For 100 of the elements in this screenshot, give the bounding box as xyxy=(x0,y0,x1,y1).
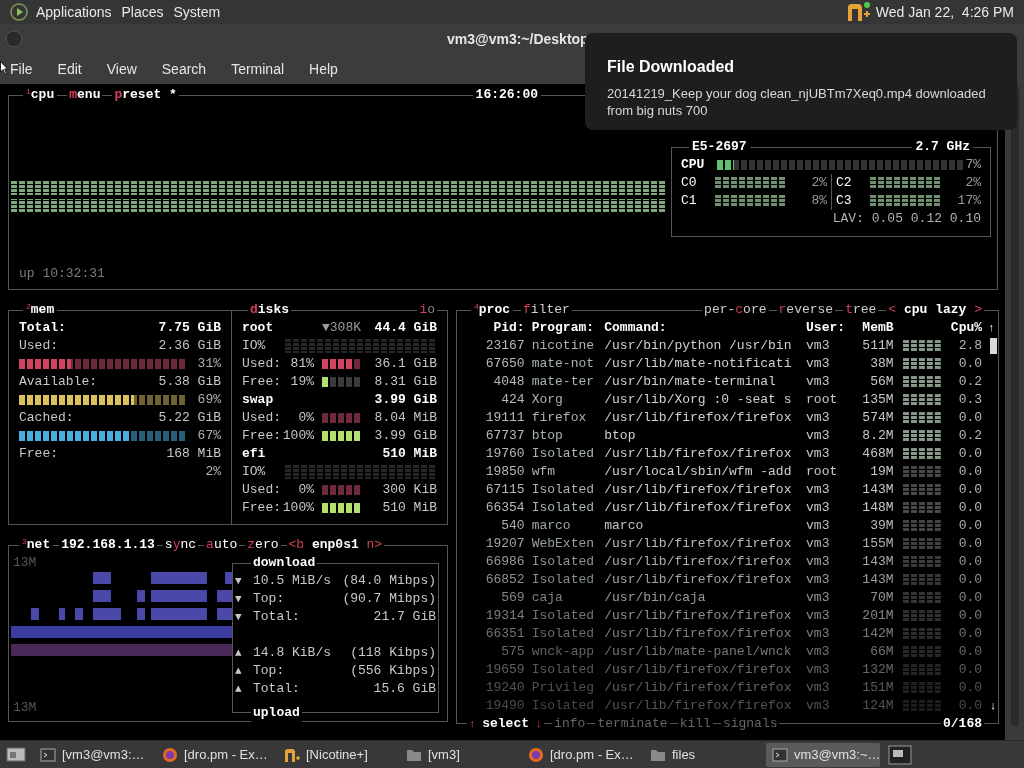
memory-cell-text: 8.2M xyxy=(861,427,894,445)
program-cell-text: Isolated xyxy=(531,499,596,517)
pid-cell-text: 19314 xyxy=(484,607,525,625)
user-cell-text: root xyxy=(806,391,839,409)
process-cpu-graph xyxy=(902,574,943,586)
core-percent: 2% xyxy=(964,174,981,192)
sort-selector[interactable]: < cpu lazy > xyxy=(886,301,984,319)
user-cell-text: vm3 xyxy=(806,499,831,517)
mem-label: Available: xyxy=(19,373,97,391)
scroll-down-arrow[interactable]: ↓ xyxy=(989,697,997,715)
mem-percent: 2% xyxy=(205,463,221,481)
uptime-text: up 10:32:31 xyxy=(19,265,106,283)
disk-label: Used: xyxy=(242,481,282,499)
arrow-icon: ▲ xyxy=(235,680,253,698)
scale-label: 13M xyxy=(13,554,38,572)
user-cell-text: vm3 xyxy=(806,571,831,589)
program-cell-text: wnck-app xyxy=(531,643,596,661)
process-cpu-graph xyxy=(902,592,943,604)
user-cell-text: vm3 xyxy=(806,337,831,355)
panel-menu[interactable]: Places xyxy=(121,1,164,23)
pid-cell-text: 67115 xyxy=(484,481,525,499)
menu-item[interactable]: Edit xyxy=(57,59,82,80)
cpu-cell-text: 0.0 xyxy=(957,571,983,589)
memory-cell-text: 135M xyxy=(861,391,894,409)
column-header[interactable]: Cpu% xyxy=(942,319,983,337)
mem-percent: 31% xyxy=(197,355,221,373)
pid-cell-text: 23167 xyxy=(484,337,525,355)
pid-cell-text: 4048 xyxy=(492,373,525,391)
app-menu-icon xyxy=(10,3,28,21)
pid-cell-text: 569 xyxy=(500,589,525,607)
program-cell-text: Isolated xyxy=(531,553,596,571)
graph-bar xyxy=(137,608,145,620)
command-cell-text: /usr/lib/firefox/firefox xyxy=(604,697,793,715)
pid-cell-text: 67650 xyxy=(484,355,525,373)
taskbar-item[interactable]: vm3@vm3:~… xyxy=(766,742,880,767)
command-cell-text: /usr/lib/firefox/firefox xyxy=(604,553,793,571)
process-cpu-graph xyxy=(902,538,943,550)
mem-percent: 69% xyxy=(197,391,221,409)
cpu-cell-text: 2.8 xyxy=(957,337,983,355)
column-header[interactable]: Command: xyxy=(604,319,800,337)
show-desktop-icon[interactable] xyxy=(6,745,26,764)
program-cell-text: Privileg xyxy=(531,679,596,697)
column-header[interactable]: User: xyxy=(806,319,846,337)
menu-item[interactable]: View xyxy=(106,59,137,80)
core-graph xyxy=(715,195,785,207)
cpu-cell-text: 0.0 xyxy=(957,679,983,697)
menu-item[interactable]: Terminal xyxy=(231,59,285,80)
user-cell-text: vm3 xyxy=(806,481,831,499)
mem-percent: 67% xyxy=(197,427,221,445)
disk-value: 8.31 GiB xyxy=(374,373,437,391)
disk-name: swap xyxy=(242,391,275,409)
command-cell-text: /usr/lib/firefox/firefox xyxy=(604,499,793,517)
program-cell-text: Isolated xyxy=(531,661,596,679)
disk-value: 300 KiB xyxy=(382,481,437,499)
process-cpu-graph xyxy=(902,394,943,406)
core-percent: 2% xyxy=(810,174,827,192)
cpu-cell-text: 0.0 xyxy=(957,625,983,643)
graph-bar xyxy=(217,590,233,602)
pid-cell-text: 66354 xyxy=(484,499,525,517)
graph-bar xyxy=(225,572,233,584)
process-cpu-graph xyxy=(902,682,943,694)
window-title: vm3@vm3:~/Desktop xyxy=(447,30,589,49)
workspace-icon[interactable] xyxy=(888,744,912,765)
process-cpu-graph xyxy=(902,610,943,622)
column-header[interactable]: Program: xyxy=(531,319,598,337)
process-cpu-graph xyxy=(902,502,943,514)
core-label: C2 xyxy=(836,174,853,192)
column-header[interactable]: Pid: xyxy=(465,319,525,337)
n-plus-icon xyxy=(284,746,300,763)
column-header[interactable]: MemB xyxy=(853,319,894,337)
graph-bar xyxy=(93,572,111,584)
command-cell-text: /usr/lib/firefox/firefox xyxy=(604,535,793,553)
memory-cell-text: 468M xyxy=(861,445,894,463)
panel-menu[interactable]: Applications xyxy=(36,1,112,23)
scroll-up-arrow[interactable]: ↑ xyxy=(988,319,998,337)
cpu-cell-text: 0.0 xyxy=(957,499,983,517)
menu-item[interactable]: Help xyxy=(309,59,338,80)
interface-selector[interactable]: <b enp0s1 n> xyxy=(286,536,385,554)
command-cell-text: /usr/local/sbin/wfm -add xyxy=(604,463,793,481)
menu-item[interactable]: File xyxy=(10,59,33,80)
net-label: 10.5 MiB/s xyxy=(253,572,331,590)
box-toggle[interactable]: preset * xyxy=(112,86,179,104)
graph-bar xyxy=(151,590,207,602)
disk-percent: 0% xyxy=(297,481,314,499)
mem-label: Total: xyxy=(19,319,66,337)
mem-value: 2.36 GiB xyxy=(158,337,221,355)
program-cell-text: mate-ter xyxy=(531,373,596,391)
graph-bar xyxy=(137,590,145,602)
scroll-thumb[interactable] xyxy=(989,338,997,354)
command-cell-text: /usr/lib/firefox/firefox xyxy=(604,679,793,697)
process-cpu-graph xyxy=(902,484,943,496)
command-cell-text: /usr/lib/firefox/firefox xyxy=(604,607,793,625)
net-label: Total: xyxy=(253,680,300,698)
panel-menu[interactable]: System xyxy=(173,1,221,23)
net-label: Top: xyxy=(253,662,285,680)
menu-item[interactable]: Search xyxy=(161,59,207,80)
program-cell-text: Isolated xyxy=(531,625,596,643)
pid-cell-text: 19207 xyxy=(484,535,525,553)
notification-title: File Downloaded xyxy=(607,57,736,77)
pid-cell-text: 67737 xyxy=(484,427,525,445)
